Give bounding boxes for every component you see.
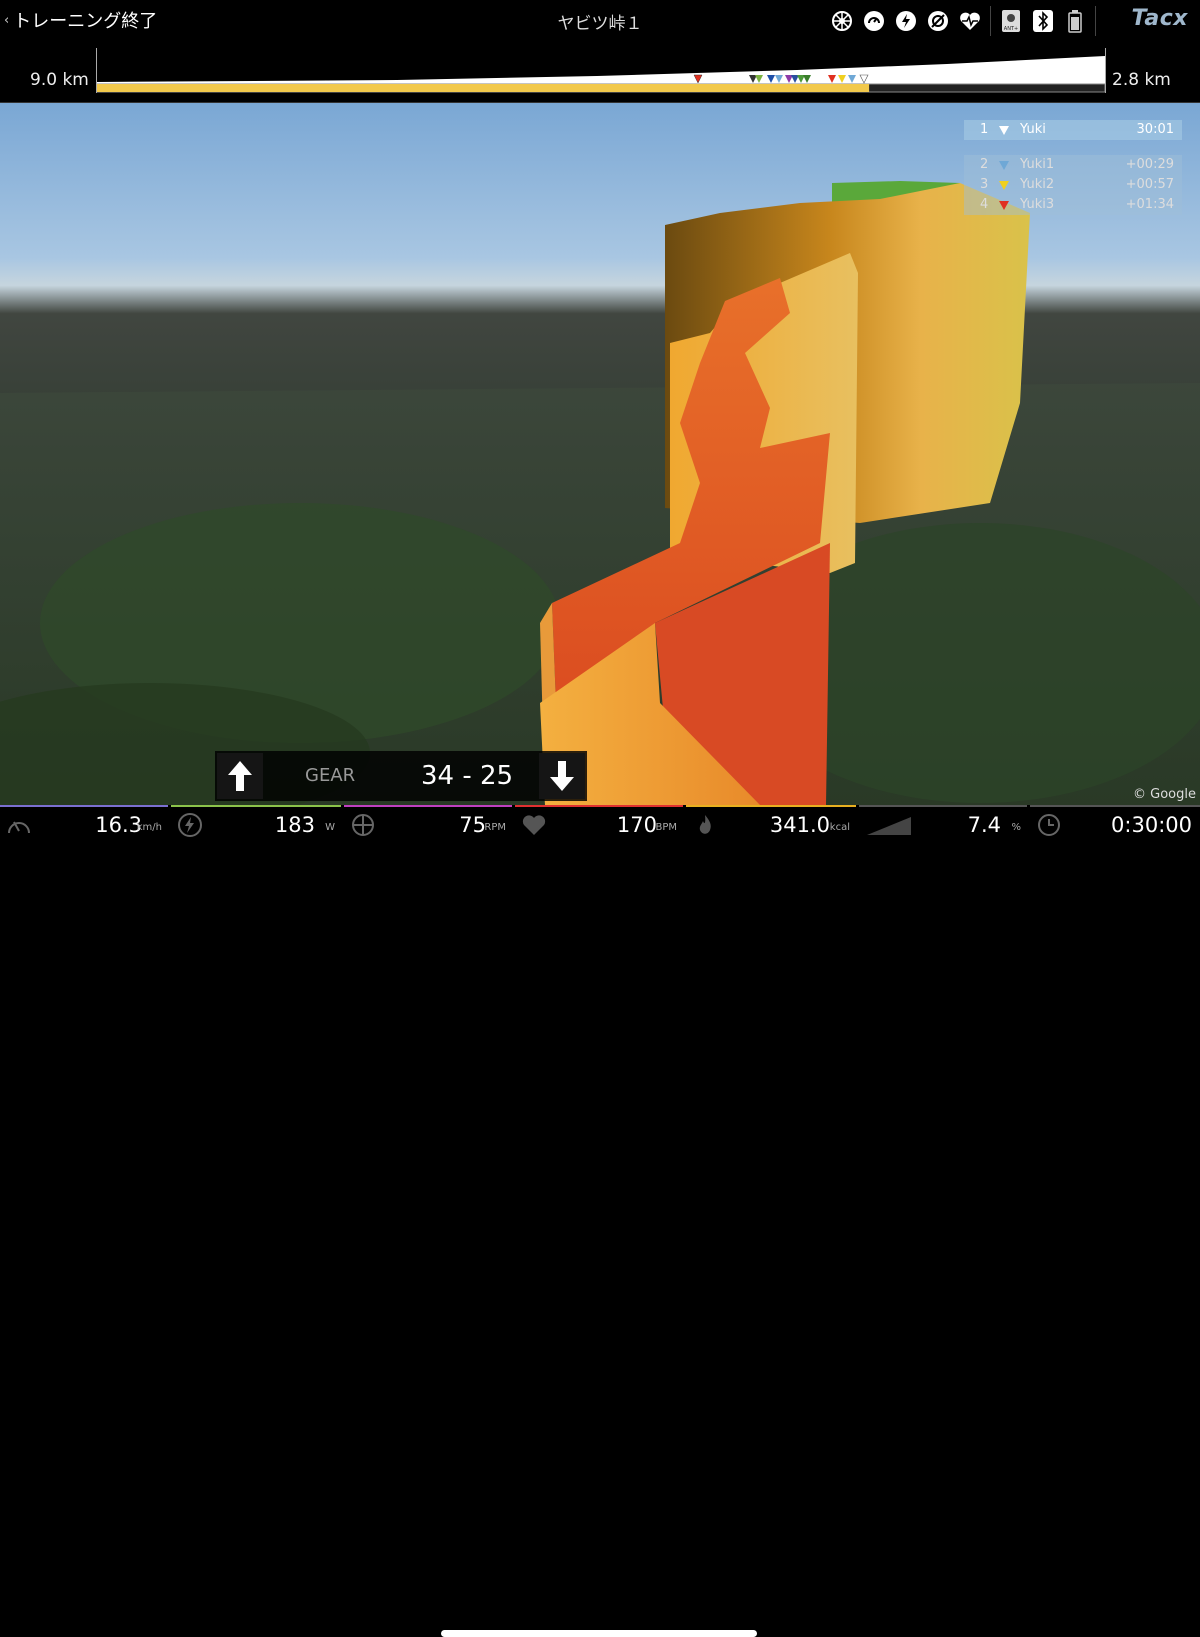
- speed-unit: km/h: [136, 822, 162, 833]
- progress-fill: [97, 84, 870, 92]
- ant-icon[interactable]: ANT+: [995, 7, 1027, 35]
- heart-rate-icon[interactable]: [954, 7, 986, 35]
- rider-marker-icon: [998, 195, 1010, 222]
- gear-value: 34 - 25: [421, 761, 514, 791]
- divider: [990, 6, 991, 36]
- leaderboard-row: 2 Yuki1 +00:29: [964, 155, 1182, 175]
- heart-rate-value: 170: [616, 813, 657, 837]
- cadence-icon: [352, 814, 374, 836]
- rider-marker-icon: [998, 120, 1010, 147]
- metric-calories[interactable]: 341.0 kcal: [686, 805, 856, 840]
- cadence-value: 75: [459, 813, 486, 837]
- metric-time[interactable]: 0:30:00: [1030, 805, 1200, 840]
- flame-icon: [699, 815, 711, 834]
- rider-gap: +00:29: [1125, 157, 1174, 172]
- status-icons: ANT+: [826, 6, 1100, 36]
- power-unit: W: [325, 822, 335, 833]
- rider-name: Yuki2: [1020, 177, 1055, 192]
- rider-gap: +01:34: [1125, 197, 1174, 212]
- leaderboard: 1 Yuki 30:01 2 Yuki1 +00:29 3 Yuki2 +00:…: [964, 120, 1182, 215]
- bluetooth-icon[interactable]: [1027, 7, 1059, 35]
- rider-name: Yuki3: [1020, 197, 1055, 212]
- calories-unit: kcal: [829, 822, 850, 833]
- elevation-area: [97, 56, 1105, 84]
- slope-value: 7.4: [967, 813, 1001, 837]
- elevation-graph[interactable]: [96, 48, 1106, 93]
- heart-icon: [522, 815, 546, 835]
- cadence-unit: RPM: [484, 822, 506, 833]
- metric-heart-rate[interactable]: 170 BPM: [515, 805, 683, 840]
- chevron-left-icon: ‹: [4, 12, 10, 28]
- clock-icon: [1038, 814, 1060, 836]
- divider: [1095, 6, 1096, 36]
- metric-slope[interactable]: 7.4 %: [859, 805, 1027, 840]
- heart-rate-unit: BPM: [655, 822, 677, 833]
- elapsed-time-value: 0:30:00: [1111, 813, 1192, 837]
- metric-cadence[interactable]: 75 RPM: [344, 805, 512, 840]
- rank: 4: [980, 197, 989, 212]
- remaining-distance: 2.8 km: [1112, 70, 1171, 90]
- slope-icon: [867, 817, 911, 835]
- rider-name: Yuki: [1020, 122, 1046, 137]
- map-copyright: © Google: [1133, 787, 1196, 802]
- rider-name: Yuki1: [1020, 157, 1055, 172]
- gear-label: GEAR: [305, 765, 356, 786]
- power-icon[interactable]: [890, 7, 922, 35]
- leaderboard-row: 3 Yuki2 +00:57: [964, 175, 1182, 195]
- leaderboard-others: 2 Yuki1 +00:29 3 Yuki2 +00:57 4 Yuki3 +0…: [964, 155, 1182, 215]
- rank: 3: [980, 177, 989, 192]
- speed-value: 16.3: [95, 813, 142, 837]
- rider-time: 30:01: [1136, 122, 1174, 137]
- top-bar: ‹ トレーニング終了 ヤビツ峠１ ANT+ Tacx: [0, 0, 1200, 40]
- leaderboard-leader-row: 1 Yuki 30:01: [964, 120, 1182, 140]
- gear-down-button[interactable]: [539, 753, 585, 799]
- svg-text:ANT+: ANT+: [1004, 26, 1018, 32]
- tacx-logo: Tacx: [1131, 6, 1188, 31]
- calories-value: 341.0: [769, 813, 830, 837]
- end-training-button[interactable]: ‹ トレーニング終了: [4, 7, 157, 33]
- speedometer-icon: [8, 821, 30, 834]
- target-icon[interactable]: [922, 7, 954, 35]
- metric-power[interactable]: 183 W: [171, 805, 341, 840]
- power-icon: [178, 813, 202, 837]
- rank: 2: [980, 157, 989, 172]
- metric-speed[interactable]: 16.3 km/h: [0, 805, 168, 840]
- home-indicator[interactable]: [441, 1630, 757, 1637]
- battery-icon: [1059, 7, 1091, 35]
- slope-unit: %: [1011, 822, 1021, 833]
- elevation-profile: 9.0 km 2.8 km: [0, 40, 1200, 103]
- wheel-icon[interactable]: [826, 7, 858, 35]
- arrow-up-icon: [228, 761, 252, 791]
- metrics-bar: 16.3 km/h 183 W 75 RPM 170 BPM 341.0 kca…: [0, 805, 1200, 1637]
- end-training-label: トレーニング終了: [13, 11, 158, 32]
- total-distance: 9.0 km: [30, 70, 89, 90]
- rider-gap: +00:57: [1125, 177, 1174, 192]
- speed-mode-icon[interactable]: [858, 7, 890, 35]
- arrow-down-icon: [550, 761, 574, 791]
- rank: 1: [980, 122, 989, 137]
- power-value: 183: [274, 813, 315, 837]
- leaderboard-row: 4 Yuki3 +01:34: [964, 195, 1182, 215]
- gear-control: GEAR 34 - 25: [215, 751, 587, 801]
- gear-up-button[interactable]: [217, 753, 263, 799]
